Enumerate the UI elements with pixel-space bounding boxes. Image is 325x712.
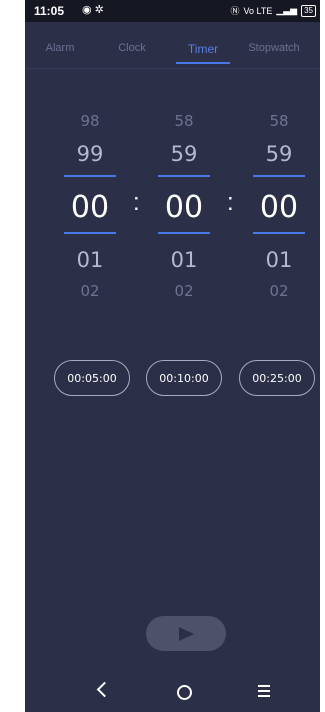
hours-bottom-line <box>64 232 116 234</box>
preset-10-min-button[interactable]: 00:10:00 <box>146 360 222 396</box>
signal-icon: ▁▃▅ <box>276 5 298 15</box>
hours-selected: 00 <box>70 190 110 225</box>
time-separator: : <box>133 189 140 216</box>
hours-above: 99 <box>76 142 104 166</box>
hours-far-above: 98 <box>80 112 100 130</box>
minutes-selected: 00 <box>164 190 204 225</box>
volte-icon: Vo LTE <box>243 5 273 16</box>
back-icon[interactable] <box>96 681 113 698</box>
play-icon <box>179 627 194 641</box>
seconds-far-above: 58 <box>269 112 289 130</box>
alarm-clock-icon: ◉ <box>82 4 92 16</box>
time-separator: : <box>227 189 234 216</box>
hours-below: 01 <box>76 248 104 272</box>
timer-screen: 11:05 ◉ ✲ Ⓝ Vo LTE ▁▃▅ 35 Alarm Clock Ti… <box>25 0 320 712</box>
tab-bar: Alarm Clock Timer Stopwatch <box>25 22 320 69</box>
seconds-far-below: 02 <box>269 282 289 300</box>
navigation-bar <box>25 672 320 712</box>
menu-icon[interactable] <box>258 685 270 700</box>
hours-top-line <box>64 175 116 177</box>
minutes-below: 01 <box>170 248 198 272</box>
tab-stopwatch[interactable]: Stopwatch <box>248 42 299 54</box>
seconds-selected: 00 <box>259 190 299 225</box>
status-icons-right: Ⓝ Vo LTE ▁▃▅ 35 <box>230 4 316 17</box>
status-icons-left: ◉ ✲ <box>82 3 104 16</box>
minutes-above: 59 <box>170 142 198 166</box>
home-icon[interactable] <box>177 685 192 700</box>
seconds-top-line <box>253 175 305 177</box>
active-tab-indicator <box>176 62 230 64</box>
battery-icon: 35 <box>301 4 316 17</box>
preset-5-min-button[interactable]: 00:05:00 <box>54 360 130 396</box>
settings-gear-icon: ✲ <box>94 4 104 16</box>
seconds-bottom-line <box>253 232 305 234</box>
preset-25-min-button[interactable]: 00:25:00 <box>239 360 315 396</box>
seconds-below: 01 <box>265 248 293 272</box>
minutes-far-below: 02 <box>174 282 194 300</box>
minutes-bottom-line <box>158 232 210 234</box>
status-bar: 11:05 ◉ ✲ Ⓝ Vo LTE ▁▃▅ 35 <box>25 0 320 22</box>
nfc-icon: Ⓝ <box>230 6 240 16</box>
tab-clock[interactable]: Clock <box>118 42 146 54</box>
minutes-far-above: 58 <box>174 112 194 130</box>
seconds-above: 59 <box>265 142 293 166</box>
hours-far-below: 02 <box>80 282 100 300</box>
status-time: 11:05 <box>34 4 65 18</box>
tab-timer[interactable]: Timer <box>188 42 218 56</box>
tab-alarm[interactable]: Alarm <box>46 42 75 54</box>
minutes-top-line <box>158 175 210 177</box>
start-timer-button[interactable] <box>146 616 226 651</box>
